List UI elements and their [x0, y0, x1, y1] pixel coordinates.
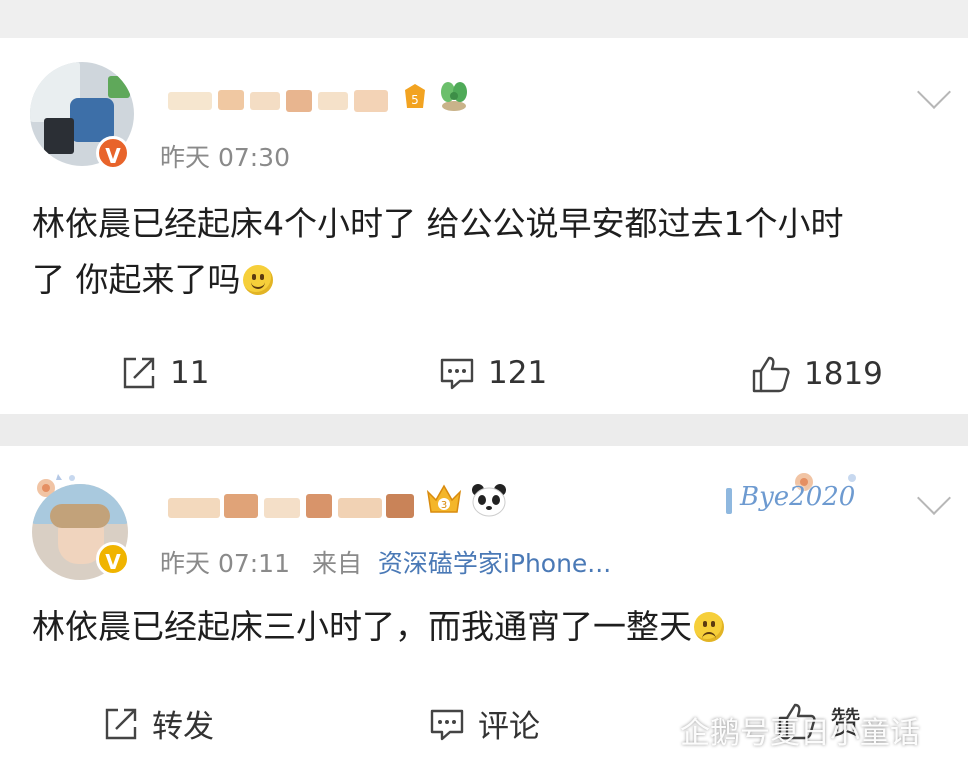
- post-text-content: 林依晨已经起床三小时了，而我通宵了一整天: [32, 607, 692, 646]
- watermark-text: 企鹅号夏日小童话: [680, 716, 920, 751]
- post-time: 昨天 07:11: [160, 549, 290, 578]
- post-text: 林依晨已经起床三小时了，而我通宵了一整天: [32, 599, 952, 655]
- comment-icon: [440, 358, 474, 390]
- post-card-1[interactable]: V 5 昨天 07:30 林依晨已经起床4个小时了 给公公说早安都过去1个小时 …: [0, 38, 968, 414]
- repost-button[interactable]: 转发: [102, 701, 214, 746]
- post-text: 林依晨已经起床4个小时了 给公公说早安都过去1个小时 了 你起来了吗: [32, 196, 952, 308]
- verified-badge: V: [96, 136, 130, 170]
- comment-icon: [430, 709, 464, 740]
- svg-text:3: 3: [441, 500, 447, 511]
- comment-count: 121: [488, 355, 548, 391]
- share-icon: [123, 357, 155, 389]
- smile-emoji-icon: [242, 265, 273, 295]
- from-label: 来自: [311, 549, 362, 578]
- bye2020-sticker: Bye2020: [722, 468, 898, 528]
- verified-badge: V: [96, 542, 130, 576]
- post-meta: 昨天 07:11 来自 资深磕学家iPhone...: [160, 544, 611, 580]
- post-time: 昨天 07:30: [160, 143, 290, 172]
- post-text-line-2-text: 了 你起来了吗: [32, 260, 241, 299]
- panda-icon: [470, 482, 508, 518]
- level-badge-icon: 5: [402, 82, 428, 112]
- thumbs-up-icon: [752, 356, 790, 393]
- crown-badge-icon: 3: [424, 482, 464, 518]
- repost-label: 转发: [152, 709, 214, 745]
- comment-button[interactable]: 评论: [428, 701, 540, 746]
- top-strip: [0, 0, 968, 38]
- username-blurred[interactable]: [168, 494, 418, 520]
- like-count: 1819: [804, 356, 883, 392]
- sticker-text: Bye2020: [740, 482, 856, 512]
- username-blurred[interactable]: [168, 90, 398, 112]
- post-source-link[interactable]: 资深磕学家iPhone...: [378, 549, 611, 578]
- repost-count: 11: [170, 355, 210, 391]
- repost-button[interactable]: 11: [120, 354, 209, 392]
- post-text-line-2: 了 你起来了吗: [32, 252, 952, 308]
- share-icon: [105, 708, 137, 739]
- like-button[interactable]: 1819: [750, 354, 883, 394]
- chevron-down-icon[interactable]: [917, 75, 951, 109]
- comment-button[interactable]: 121: [438, 354, 547, 392]
- plant-icon: [436, 78, 472, 114]
- penguin-logo-icon: [642, 715, 672, 748]
- post-text-line-1: 林依晨已经起床4个小时了 给公公说早安都过去1个小时: [32, 204, 844, 243]
- post-divider: [0, 414, 968, 446]
- svg-text:5: 5: [411, 93, 419, 107]
- sad-emoji-icon: [694, 612, 724, 642]
- chevron-down-icon[interactable]: [917, 481, 951, 515]
- watermark: 企鹅号夏日小童话: [640, 708, 920, 752]
- comment-label: 评论: [478, 709, 540, 745]
